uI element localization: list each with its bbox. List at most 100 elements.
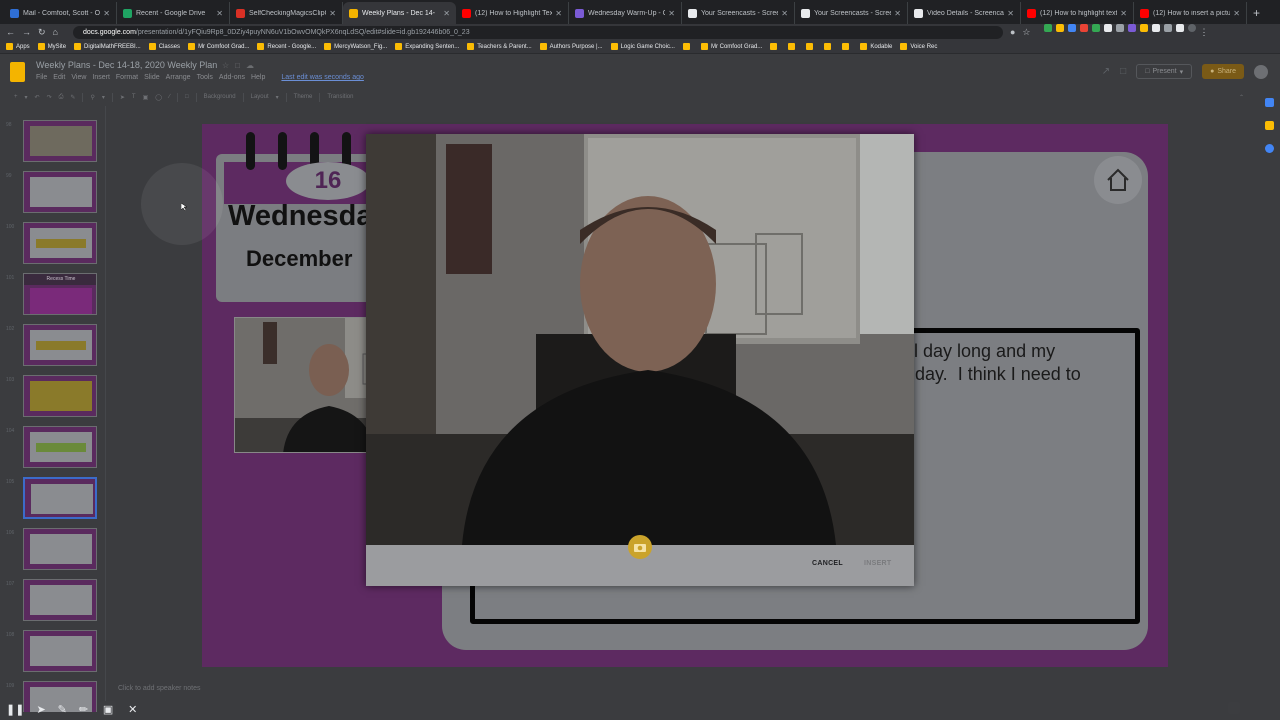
browser-tab[interactable]: Your Screencasts - Screenc✕ <box>795 2 908 24</box>
cancel-button[interactable]: CANCEL <box>812 560 843 567</box>
close-icon[interactable]: ✕ <box>894 9 901 18</box>
extension-icon[interactable] <box>1091 24 1100 32</box>
url-field[interactable]: docs.google.com/presentation/d/1yFQiu9Rp… <box>72 25 1003 39</box>
bookmark-item[interactable] <box>770 43 780 50</box>
slide-thumbnail[interactable] <box>23 222 97 264</box>
menu-item[interactable]: Edit <box>53 74 65 81</box>
home-icon[interactable]: ⌂ <box>53 24 58 40</box>
menu-item[interactable]: Insert <box>92 74 110 81</box>
slide-thumbnail[interactable] <box>23 324 97 366</box>
extension-icon[interactable] <box>1115 24 1124 32</box>
close-icon[interactable]: ✕ <box>216 9 223 18</box>
browser-tab[interactable]: SelfCheckingMagicsClipCar✕ <box>230 2 343 24</box>
slide-thumbnail[interactable] <box>23 120 97 162</box>
browser-tab[interactable]: (12) How to Highlight Text i ✕ <box>456 2 569 24</box>
star-icon[interactable]: ☆ <box>1022 24 1030 40</box>
back-icon[interactable]: ← <box>6 24 15 40</box>
new-tab-icon[interactable]: + <box>1247 2 1266 24</box>
slide-thumbnail-row[interactable]: 98 <box>0 120 104 164</box>
slide-thumbnail[interactable] <box>23 579 97 621</box>
bookmark-item[interactable]: Classes <box>148 43 180 50</box>
slide-thumbnail[interactable] <box>23 477 97 519</box>
toolbar-layout[interactable]: Layout <box>251 94 269 100</box>
menu-item[interactable]: File <box>36 74 47 81</box>
textbox-icon[interactable]: T <box>132 94 136 100</box>
menu-item[interactable]: Help <box>251 74 265 81</box>
capture-button[interactable] <box>628 535 652 559</box>
tasks-icon[interactable] <box>1264 144 1274 153</box>
extension-icon[interactable] <box>1079 24 1088 32</box>
extension-icon[interactable] <box>1163 24 1172 32</box>
slide-thumbnail-row[interactable]: 101 Recess Time <box>0 273 104 317</box>
close-icon[interactable]: ✕ <box>443 9 450 18</box>
puzzle-icon[interactable] <box>1175 24 1184 32</box>
bookmark-item[interactable]: MercyWatson_Fig... <box>324 43 387 50</box>
slide-thumbnail-row[interactable]: 106 <box>0 528 104 572</box>
slide-thumbnail-row[interactable]: 107 <box>0 579 104 623</box>
slide-thumbnail[interactable]: Recess Time <box>23 273 97 315</box>
document-title[interactable]: Weekly Plans - Dec 14-18, 2020 Weekly Pl… <box>36 60 217 70</box>
keep-icon[interactable] <box>1264 121 1274 130</box>
extension-icon[interactable] <box>1103 24 1112 32</box>
extension-icon[interactable] <box>1043 24 1052 32</box>
browser-tab[interactable]: Wednesday Warm-Up - Go ✕ <box>569 2 682 24</box>
bookmark-item[interactable]: Apps <box>6 43 30 50</box>
extension-icon[interactable] <box>1151 24 1160 32</box>
menu-item[interactable]: View <box>71 74 86 81</box>
cursor-icon[interactable]: ➤ <box>36 703 45 716</box>
avatar[interactable] <box>1254 64 1268 79</box>
slide-thumbnail[interactable] <box>23 630 97 672</box>
close-icon[interactable]: ✕ <box>329 9 336 18</box>
zoom-icon[interactable]: ⚲ <box>90 94 94 101</box>
slide-thumbnail[interactable] <box>23 426 97 468</box>
close-icon[interactable]: ✕ <box>128 703 137 716</box>
key-icon[interactable]: ● <box>1010 24 1015 40</box>
new-slide-icon[interactable]: + <box>14 94 18 100</box>
bookmark-item[interactable]: Mr Comfoot Grad... <box>700 43 762 50</box>
move-folder-icon[interactable]: □ <box>235 61 240 70</box>
line-icon[interactable]: ∕ <box>169 94 170 100</box>
bookmark-item[interactable] <box>806 43 816 50</box>
toolbar-background[interactable]: Background <box>204 94 236 100</box>
pause-icon[interactable]: ❚❚ <box>6 703 24 716</box>
menu-item[interactable]: Format <box>116 74 138 81</box>
highlighter-icon[interactable]: ✏ <box>79 703 88 716</box>
forward-icon[interactable]: → <box>22 24 31 40</box>
slide-thumbnail-row[interactable]: 99 <box>0 171 104 215</box>
bookmark-item[interactable]: Teachers & Parent... <box>467 43 532 50</box>
image-icon[interactable]: ▣ <box>143 94 149 101</box>
browser-tab[interactable]: Weekly Plans - Dec 14- ✕ <box>343 2 456 24</box>
menu-item[interactable]: Add-ons <box>219 74 245 81</box>
redo-icon[interactable]: ↷ <box>47 94 52 101</box>
slide-thumbnail-row[interactable]: 108 <box>0 630 104 674</box>
browser-tab[interactable]: (12) How to highlight text in ✕ <box>1021 2 1134 24</box>
chevron-down-icon[interactable]: ▾ <box>25 94 28 101</box>
extension-icon[interactable] <box>1055 24 1064 32</box>
bookmark-item[interactable]: Logic Game Choic... <box>610 43 675 50</box>
slide-thumbnail[interactable] <box>23 528 97 570</box>
menu-item[interactable]: Slide <box>144 74 160 81</box>
close-icon[interactable]: ✕ <box>555 9 562 18</box>
last-edit-link[interactable]: Last edit was seconds ago <box>281 74 364 81</box>
pen-icon[interactable]: ✎ <box>58 703 67 716</box>
comment-icon[interactable]: □ <box>185 94 189 100</box>
slide-thumbnail[interactable] <box>23 375 97 417</box>
explore-icon[interactable] <box>1228 702 1240 714</box>
close-icon[interactable]: ✕ <box>1233 9 1240 18</box>
extension-icon[interactable] <box>1127 24 1136 32</box>
bookmark-item[interactable] <box>824 43 834 50</box>
star-icon[interactable]: ☆ <box>222 61 229 70</box>
paint-format-icon[interactable]: ✎ <box>70 94 75 101</box>
browser-tab[interactable]: Recent - Google Drive ✕ <box>117 2 230 24</box>
toolbar-theme[interactable]: Theme <box>294 94 313 100</box>
comments-icon[interactable]: □ <box>1120 66 1126 77</box>
slide-thumbnail-row[interactable]: 104 <box>0 426 104 470</box>
bookmark-item[interactable] <box>682 43 693 50</box>
camera-icon[interactable]: ▣ <box>100 701 117 717</box>
activity-icon[interactable]: ↗ <box>1102 66 1110 77</box>
calendar-icon[interactable] <box>1264 98 1274 107</box>
speaker-notes[interactable]: Click to add speaker notes <box>118 685 201 692</box>
slide-thumbnail-row[interactable]: 105 <box>0 477 104 521</box>
bookmark-item[interactable] <box>788 43 798 50</box>
bookmark-item[interactable]: MySite <box>37 43 66 50</box>
